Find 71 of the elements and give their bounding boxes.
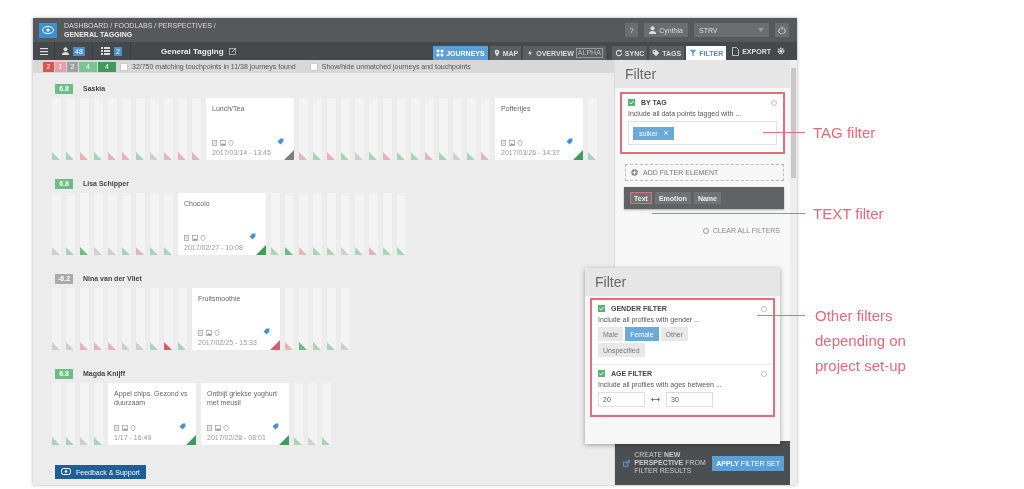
share-icon [623, 459, 631, 467]
app-logo[interactable] [39, 22, 57, 38]
checkbox[interactable] [120, 62, 128, 71]
touchpoint-strip[interactable] [588, 98, 597, 160]
text-icon [212, 140, 218, 146]
lightning-icon [526, 49, 535, 57]
settings-icon[interactable] [777, 47, 785, 55]
close-icon [663, 131, 668, 135]
clear-icon [702, 227, 709, 234]
image-icon [192, 235, 198, 241]
checkbox[interactable] [309, 62, 318, 71]
check-icon [599, 306, 604, 311]
location-pin-icon [200, 235, 206, 241]
text-icon [501, 140, 507, 146]
power-button[interactable] [775, 23, 789, 37]
annotation-label: Other filters depending on project set-up [814, 306, 907, 376]
annotation-label: TAG filter [812, 123, 876, 143]
list-icon [101, 47, 111, 55]
tag-icon [272, 423, 279, 430]
remove-icon[interactable] [771, 99, 777, 106]
tag-icon [566, 138, 573, 145]
filter-icon [689, 49, 698, 57]
text-icon [114, 425, 120, 431]
add-icon [631, 169, 638, 176]
tag-icon [179, 423, 186, 430]
user-icon [649, 26, 657, 34]
tag-icon [652, 49, 661, 57]
image-icon [206, 330, 212, 336]
scrollbar[interactable] [790, 60, 797, 485]
tag-icon [277, 138, 284, 145]
edit-icon[interactable] [228, 47, 237, 55]
document-icon [732, 46, 740, 56]
tag-icon [249, 233, 256, 240]
image-icon [215, 425, 221, 431]
panel-title: Filter [585, 268, 780, 296]
range-arrow-icon [651, 397, 660, 402]
location-pin-icon [223, 425, 229, 431]
location-pin-icon [517, 140, 523, 146]
location-pin-icon [214, 330, 220, 336]
check-icon [629, 100, 634, 105]
remove-icon[interactable] [761, 305, 767, 312]
eye-icon [42, 26, 54, 34]
text-icon [198, 330, 204, 336]
tag-icon [263, 328, 270, 335]
text-icon [207, 425, 213, 431]
touchpoint-strip[interactable] [322, 383, 331, 445]
touchpoint-strip[interactable] [397, 193, 406, 255]
caret-icon [758, 28, 764, 32]
menu-icon [39, 47, 48, 55]
sync-icon [614, 49, 623, 57]
perspective-title: General Tagging [161, 46, 224, 56]
person-icon [62, 47, 70, 55]
checkbox[interactable] [598, 370, 605, 377]
touchpoint-strip[interactable] [341, 288, 350, 350]
power-icon [778, 26, 786, 34]
image-icon [509, 140, 515, 146]
location-pin-icon [492, 49, 501, 57]
image-icon [220, 140, 226, 146]
grid-icon [436, 49, 445, 57]
image-icon [122, 425, 128, 431]
location-pin-icon [130, 425, 136, 431]
scrollbar-thumb[interactable] [791, 68, 796, 178]
remove-icon[interactable] [761, 370, 767, 377]
text-icon [184, 235, 190, 241]
checkbox[interactable] [628, 99, 635, 106]
checkbox[interactable] [598, 305, 605, 312]
chat-icon [61, 468, 71, 476]
panel-title: Filter [615, 60, 790, 88]
check-icon [599, 371, 604, 376]
annotation-label: TEXT filter [812, 204, 884, 224]
location-pin-icon [228, 140, 234, 146]
